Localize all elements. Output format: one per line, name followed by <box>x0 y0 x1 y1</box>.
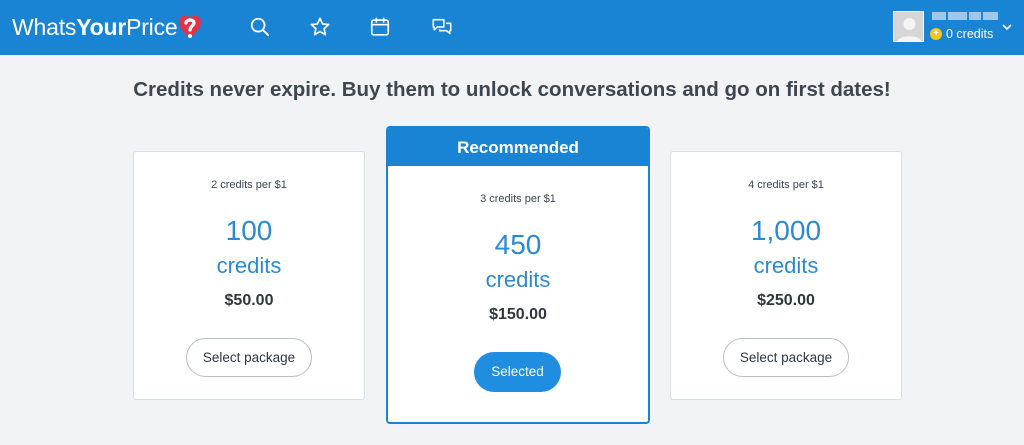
package-card-450[interactable]: Recommended 3 credits per $1 450 credits… <box>386 126 650 424</box>
package-rate: 4 credits per $1 <box>748 179 824 191</box>
calendar-icon[interactable] <box>368 15 392 39</box>
search-icon[interactable] <box>248 15 272 39</box>
package-rate: 2 credits per $1 <box>211 179 287 191</box>
package-unit: credits <box>485 267 551 292</box>
logo-text-your: Your <box>76 13 127 40</box>
credits-balance-label: 0 credits <box>946 27 994 41</box>
package-card-100[interactable]: 2 credits per $1 100 credits $50.00 Sele… <box>133 151 365 400</box>
username-blurred <box>932 12 998 22</box>
package-amount: 450 <box>494 229 542 260</box>
package-price: $250.00 <box>757 292 815 309</box>
logo-text-whats: Whats <box>12 13 77 40</box>
package-price: $150.00 <box>489 306 547 323</box>
package-rate: 3 credits per $1 <box>480 193 556 205</box>
package-price: $50.00 <box>224 292 274 309</box>
package-unit: credits <box>753 253 819 278</box>
package-amount: 100 <box>225 215 273 246</box>
select-package-button[interactable]: Select package <box>723 338 849 377</box>
top-navigation-bar: Whats Your Price + 0 credits <box>0 0 1024 55</box>
logo-text-price: Price <box>126 13 178 40</box>
credits-balance[interactable]: + 0 credits <box>930 26 993 42</box>
chat-icon[interactable] <box>430 15 454 39</box>
heart-question-icon <box>179 15 202 38</box>
page-headline: Credits never expire. Buy them to unlock… <box>133 78 891 101</box>
coin-icon: + <box>930 28 942 40</box>
user-avatar[interactable] <box>893 11 924 42</box>
chevron-down-icon[interactable] <box>1000 20 1014 34</box>
select-package-button[interactable]: Select package <box>186 338 312 377</box>
selected-package-button[interactable]: Selected <box>474 352 561 392</box>
site-logo[interactable]: Whats Your Price <box>12 12 202 42</box>
recommended-badge: Recommended <box>388 128 648 166</box>
package-unit: credits <box>216 253 282 278</box>
package-amount: 1,000 <box>750 215 822 246</box>
package-card-1000[interactable]: 4 credits per $1 1,000 credits $250.00 S… <box>670 151 902 400</box>
star-icon[interactable] <box>308 15 332 39</box>
